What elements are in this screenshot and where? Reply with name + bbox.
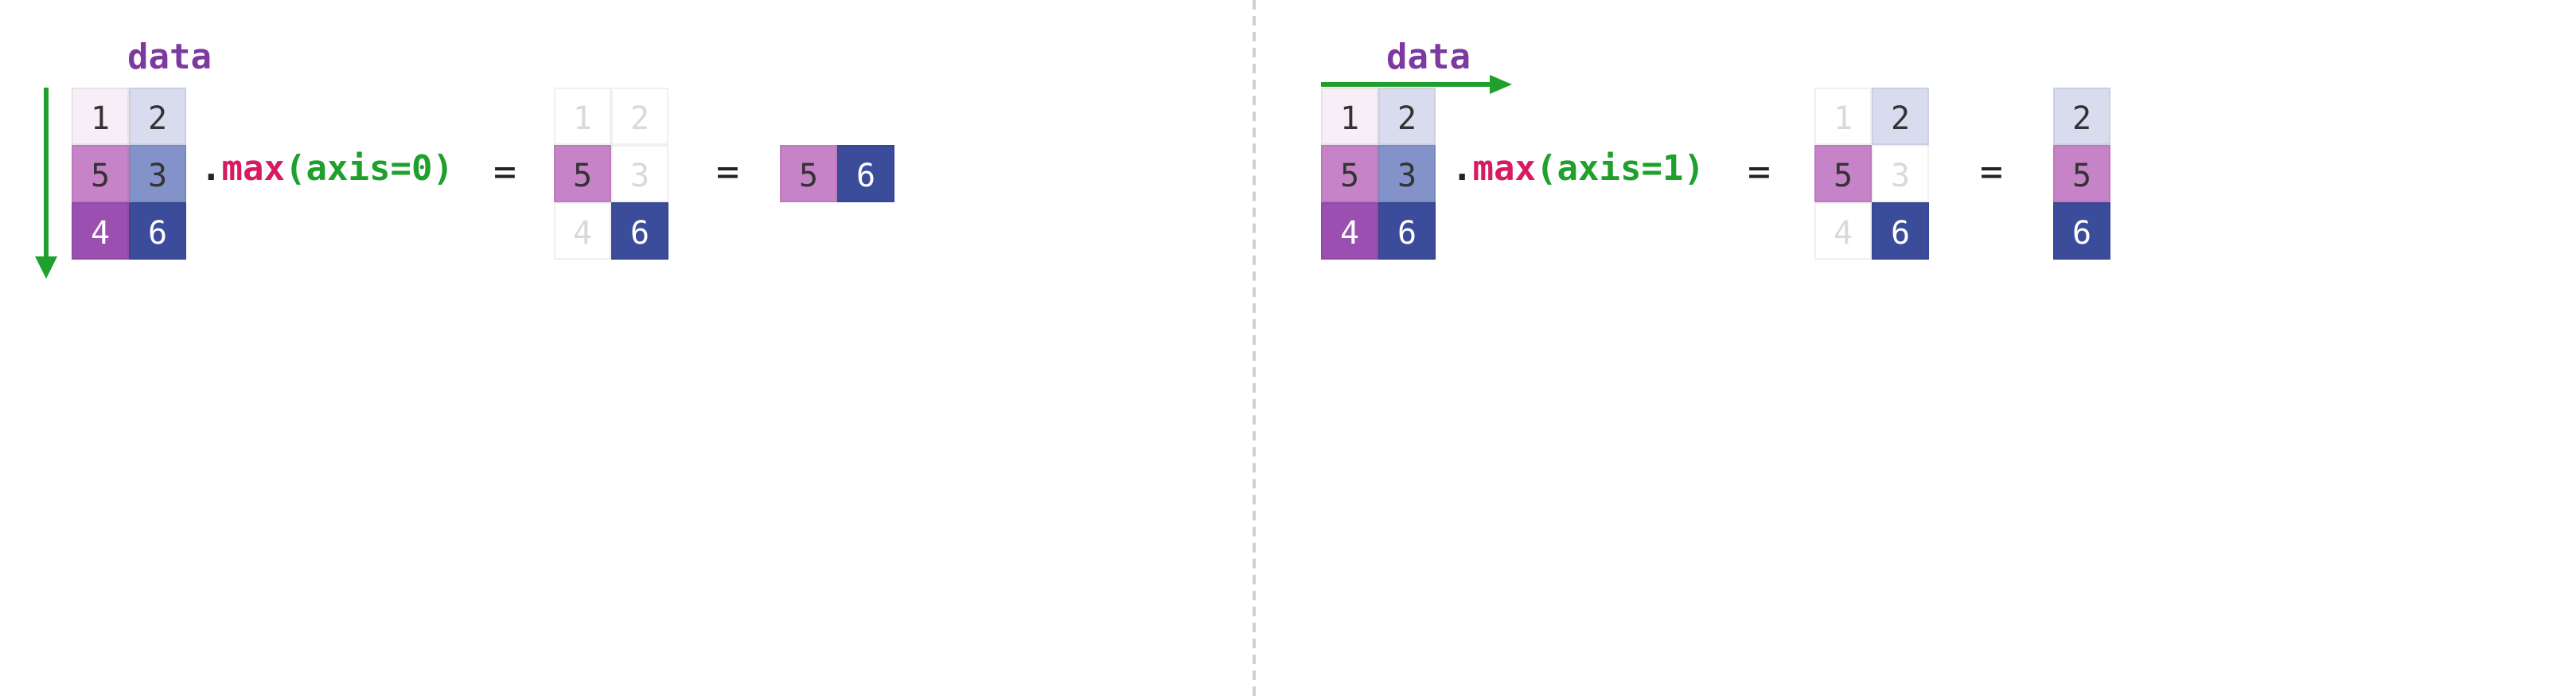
matrix-cell: 1	[1814, 88, 1872, 145]
matrix-cell: 1	[554, 88, 611, 145]
diagram-stage: data 125346 .max(axis=0) = 125346 = 56 d…	[0, 0, 2575, 696]
matrix-cell: 5	[2053, 145, 2110, 202]
expr-arg: axis=0	[306, 150, 433, 190]
expr-close: )	[1683, 150, 1705, 190]
matrix-cell: 5	[554, 145, 611, 202]
matrix-cell: 3	[129, 145, 186, 202]
arrow-down-icon	[29, 88, 64, 279]
matrix-cell: 6	[837, 145, 894, 202]
expr-arg: axis=1	[1557, 150, 1684, 190]
matrix-cell: 5	[72, 145, 129, 202]
equals-left-2: =	[716, 150, 739, 194]
matrix-cell: 2	[129, 88, 186, 145]
matrix-cell: 2	[2053, 88, 2110, 145]
vertical-divider	[1253, 0, 1256, 696]
matrix-cell: 5	[1814, 145, 1872, 202]
expr-func: max	[222, 150, 286, 190]
matrix-cell: 4	[1814, 202, 1872, 260]
matrix-cell: 4	[554, 202, 611, 260]
matrix-cell: 3	[1378, 145, 1436, 202]
expr-open: (	[285, 150, 306, 190]
matrix-cell: 6	[1872, 202, 1929, 260]
matrix-cell: 2	[611, 88, 668, 145]
matrix-cell: 1	[1321, 88, 1378, 145]
matrix-cell: 3	[611, 145, 668, 202]
matrix-cell: 2	[1378, 88, 1436, 145]
matrix-cell: 4	[1321, 202, 1378, 260]
matrix-cell: 6	[2053, 202, 2110, 260]
matrix-cell: 6	[1378, 202, 1436, 260]
expr-close: )	[432, 150, 454, 190]
matrix-cell: 3	[1872, 145, 1929, 202]
expr-open: (	[1536, 150, 1557, 190]
matrix-cell: 6	[129, 202, 186, 260]
expr-func: max	[1473, 150, 1537, 190]
equals-right-2: =	[1980, 150, 2003, 194]
data-label-left: data	[127, 38, 212, 78]
expr-left: .max(axis=0)	[201, 150, 454, 190]
matrix-cell: 5	[1321, 145, 1378, 202]
matrix-cell: 5	[780, 145, 837, 202]
matrix-cell: 4	[72, 202, 129, 260]
matrix-cell: 6	[611, 202, 668, 260]
expr-right: .max(axis=1)	[1452, 150, 1705, 190]
matrix-cell: 2	[1872, 88, 1929, 145]
expr-dot: .	[201, 150, 222, 190]
equals-right-1: =	[1748, 150, 1771, 194]
matrix-cell: 1	[72, 88, 129, 145]
equals-left-1: =	[493, 150, 516, 194]
expr-dot: .	[1452, 150, 1473, 190]
